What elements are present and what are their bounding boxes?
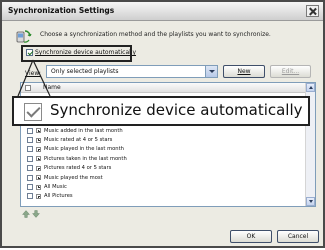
scroll-up-icon[interactable] [306, 83, 315, 92]
chevron-down-icon[interactable] [205, 66, 217, 77]
name-column-header[interactable]: Name [43, 84, 61, 91]
expand-plus-icon[interactable] [36, 128, 41, 134]
playlist-checkbox[interactable] [27, 165, 33, 172]
playlist-label: Music played the most [44, 174, 103, 181]
expand-plus-icon[interactable] [36, 165, 41, 171]
playlist-checkbox[interactable] [27, 193, 33, 200]
playlist-label: All Pictures [44, 193, 73, 200]
new-button[interactable]: New [223, 65, 265, 78]
playlist-label: Music played in the last month [44, 146, 124, 153]
list-item[interactable]: Pictures rated 4 or 5 stars [21, 164, 305, 173]
expand-plus-icon[interactable] [36, 193, 41, 199]
expand-plus-icon[interactable] [36, 156, 41, 162]
view-dropdown[interactable]: Only selected playlists [46, 65, 218, 78]
zoom-callout: Synchronize device automatically [12, 96, 310, 126]
header-checkbox[interactable] [25, 85, 31, 91]
playlist-checkbox[interactable] [27, 127, 33, 134]
ok-button-label: OK [246, 233, 256, 240]
scroll-down-icon[interactable] [306, 197, 315, 206]
synchronization-settings-dialog: Synchronization Settings Choose a synchr… [0, 0, 325, 248]
zoom-callout-label: Synchronize device automatically [50, 101, 303, 119]
title-bar: Synchronization Settings [2, 2, 323, 21]
playlist-rows: Music added in the last month Music rate… [21, 126, 305, 201]
sync-device-icon [16, 30, 32, 43]
playlist-label: All Music [44, 184, 67, 191]
expand-plus-icon[interactable] [36, 137, 41, 143]
playlist-label: Pictures rated 4 or 5 stars [44, 165, 112, 172]
list-item[interactable]: All Music [21, 182, 305, 191]
list-item[interactable]: Music rated at 4 or 5 stars [21, 135, 305, 144]
cancel-button[interactable]: Cancel [277, 230, 319, 243]
zoom-checkbox-icon [24, 103, 42, 121]
playlist-checkbox[interactable] [27, 174, 33, 181]
list-header: Name [21, 83, 305, 93]
list-item[interactable]: Pictures taken in the last month [21, 154, 305, 163]
playlist-checkbox[interactable] [27, 137, 33, 144]
move-up-arrow-icon[interactable] [22, 210, 30, 218]
instruction-text: Choose a synchronization method and the … [40, 31, 271, 38]
playlist-label: Pictures taken in the last month [44, 155, 127, 162]
playlist-checkbox[interactable] [27, 155, 33, 162]
playlist-label: Music added in the last month [44, 127, 123, 134]
list-item[interactable]: Music added in the last month [21, 126, 305, 135]
cancel-button-label: Cancel [287, 233, 309, 240]
dialog-title: Synchronization Settings [8, 6, 115, 15]
edit-button[interactable]: Edit... [270, 65, 311, 78]
expand-plus-icon[interactable] [36, 175, 41, 181]
move-down-arrow-icon[interactable] [32, 210, 40, 218]
close-icon[interactable] [306, 5, 319, 17]
playlist-label: Music rated at 4 or 5 stars [44, 137, 113, 144]
edit-button-label: Edit... [281, 68, 300, 75]
playlist-checkbox[interactable] [27, 146, 33, 153]
expand-plus-icon[interactable] [36, 146, 41, 152]
playlist-checkbox[interactable] [27, 184, 33, 191]
list-item[interactable]: Music played in the last month [21, 145, 305, 154]
view-label: View: [25, 70, 41, 77]
list-item[interactable]: Music played the most [21, 173, 305, 182]
expand-plus-icon[interactable] [36, 184, 41, 190]
list-item[interactable]: All Pictures [21, 192, 305, 201]
new-button-label: New [237, 68, 251, 75]
ok-button[interactable]: OK [230, 230, 272, 243]
view-dropdown-value: Only selected playlists [51, 68, 119, 75]
callout-highlight-box [21, 45, 132, 62]
